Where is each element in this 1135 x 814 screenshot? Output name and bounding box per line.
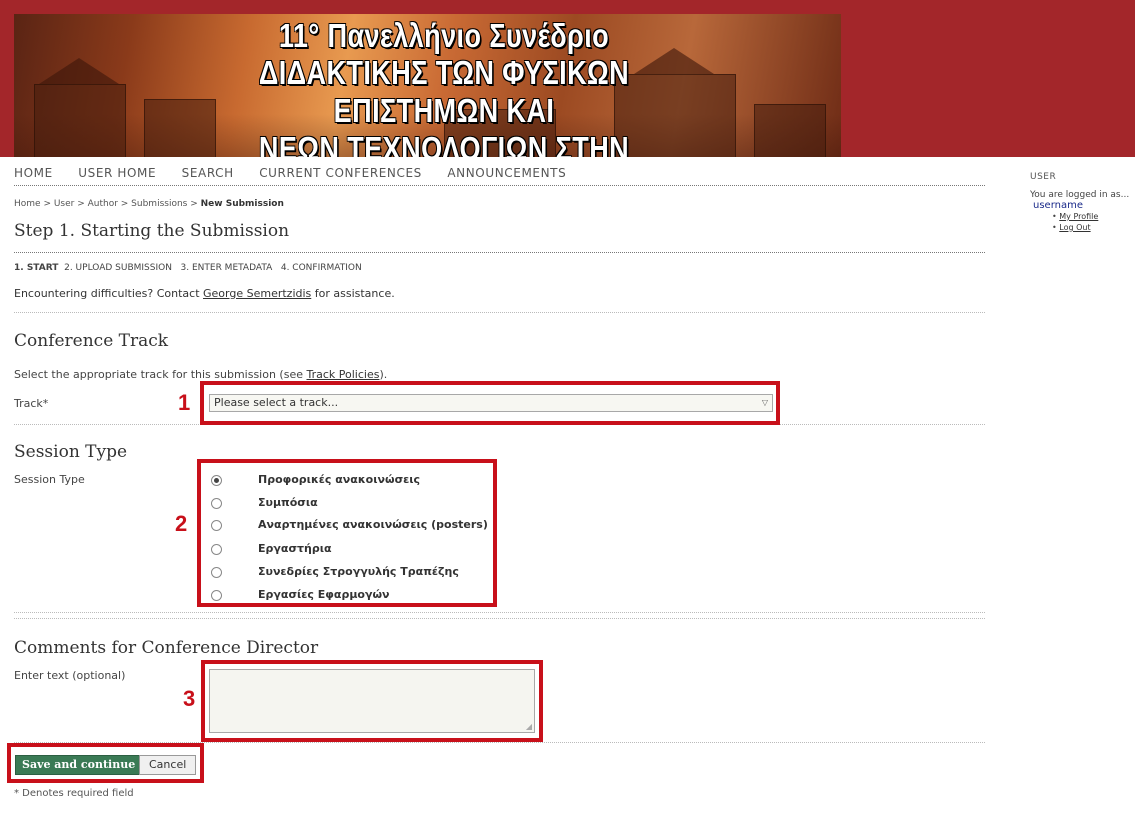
sidebar-username: username <box>1033 200 1083 211</box>
header-banner: 11° Πανελλήνιο Συνέδριο ΔΙΔΑΚΤΙΚΗΣ ΤΩΝ Φ… <box>0 0 1135 157</box>
track-label: Track* <box>14 397 49 410</box>
annotation-number-2: 2 <box>175 511 188 536</box>
my-profile-link[interactable]: My Profile <box>1059 212 1098 221</box>
contact-link[interactable]: George Semertzidis <box>203 287 311 300</box>
track-heading: Conference Track <box>14 331 169 351</box>
comments-heading: Comments for Conference Director <box>14 638 319 658</box>
nav-user-home[interactable]: USER HOME <box>78 166 156 180</box>
annotation-box-session <box>197 459 497 607</box>
banner-artwork: 11° Πανελλήνιο Συνέδριο ΔΙΔΑΚΤΙΚΗΣ ΤΩΝ Φ… <box>14 14 841 157</box>
track-policies-link[interactable]: Track Policies <box>306 368 379 381</box>
title-divider <box>14 252 985 253</box>
contact-text-after: for assistance. <box>311 287 395 300</box>
annotation-number-1: 1 <box>178 390 191 415</box>
step-current: 1. START <box>14 263 59 273</box>
banner-title-line3: ΝΕΩΝ ΤΕΧΝΟΛΟΓΙΩΝ ΣΤΗΝ ΕΚΠΑΙΔΕΥΣΗ <box>258 130 630 157</box>
banner-title-line1: 11° Πανελλήνιο Συνέδριο <box>278 17 610 54</box>
track-instruction-end: ). <box>379 368 388 381</box>
annotation-box-track <box>200 381 780 425</box>
comments-label: Enter text (optional) <box>14 669 126 682</box>
track-instruction-text: Select the appropriate track for this su… <box>14 368 307 381</box>
sidebar-links: My Profile Log Out <box>1030 211 1135 233</box>
required-field-note: * Denotes required field <box>14 788 134 799</box>
breadcrumb-current: New Submission <box>200 199 284 209</box>
annotation-number-3: 3 <box>183 686 196 711</box>
annotation-box-comments <box>201 660 543 742</box>
sidebar-item-my-profile[interactable]: My Profile <box>1052 211 1135 222</box>
breadcrumb-path[interactable]: Home > User > Author > Submissions > <box>14 199 201 209</box>
banner-title-line2: ΔΙΔΑΚΤΙΚΗΣ ΤΩΝ ΦΥΣΙΚΩΝ ΕΠΙΣΤΗΜΩΝ ΚΑΙ <box>258 54 630 129</box>
sidebar-title: USER <box>1030 172 1057 182</box>
step-rest: 2. UPLOAD SUBMISSION 3. ENTER METADATA 4… <box>64 263 362 273</box>
session-divider-2 <box>14 618 985 619</box>
main-nav: HOME USER HOME SEARCH CURRENT CONFERENCE… <box>14 166 985 180</box>
session-label: Session Type <box>14 473 85 486</box>
sidebar-item-log-out[interactable]: Log Out <box>1052 222 1135 233</box>
nav-current-conferences[interactable]: CURRENT CONFERENCES <box>259 166 422 180</box>
submission-steps: 1. START 2. UPLOAD SUBMISSION 3. ENTER M… <box>14 263 362 273</box>
sidebar-logged-in-text: You are logged in as... <box>1030 190 1130 200</box>
nav-divider <box>14 185 985 186</box>
banner-title: 11° Πανελλήνιο Συνέδριο ΔΙΔΑΚΤΙΚΗΣ ΤΩΝ Φ… <box>173 17 714 158</box>
breadcrumb: Home > User > Author > Submissions > New… <box>14 199 284 209</box>
session-divider <box>14 612 985 613</box>
log-out-link[interactable]: Log Out <box>1059 223 1090 232</box>
user-sidebar: USER You are logged in as... username My… <box>1030 172 1135 233</box>
track-instruction: Select the appropriate track for this su… <box>14 368 387 381</box>
nav-announcements[interactable]: ANNOUNCEMENTS <box>447 166 566 180</box>
contact-divider <box>14 312 985 313</box>
contact-text-before: Encountering difficulties? Contact <box>14 287 203 300</box>
nav-search[interactable]: SEARCH <box>182 166 234 180</box>
contact-line: Encountering difficulties? Contact Georg… <box>14 287 395 300</box>
page-title: Step 1. Starting the Submission <box>14 221 290 241</box>
session-heading: Session Type <box>14 442 128 462</box>
nav-home[interactable]: HOME <box>14 166 53 180</box>
annotation-box-buttons <box>7 743 204 783</box>
